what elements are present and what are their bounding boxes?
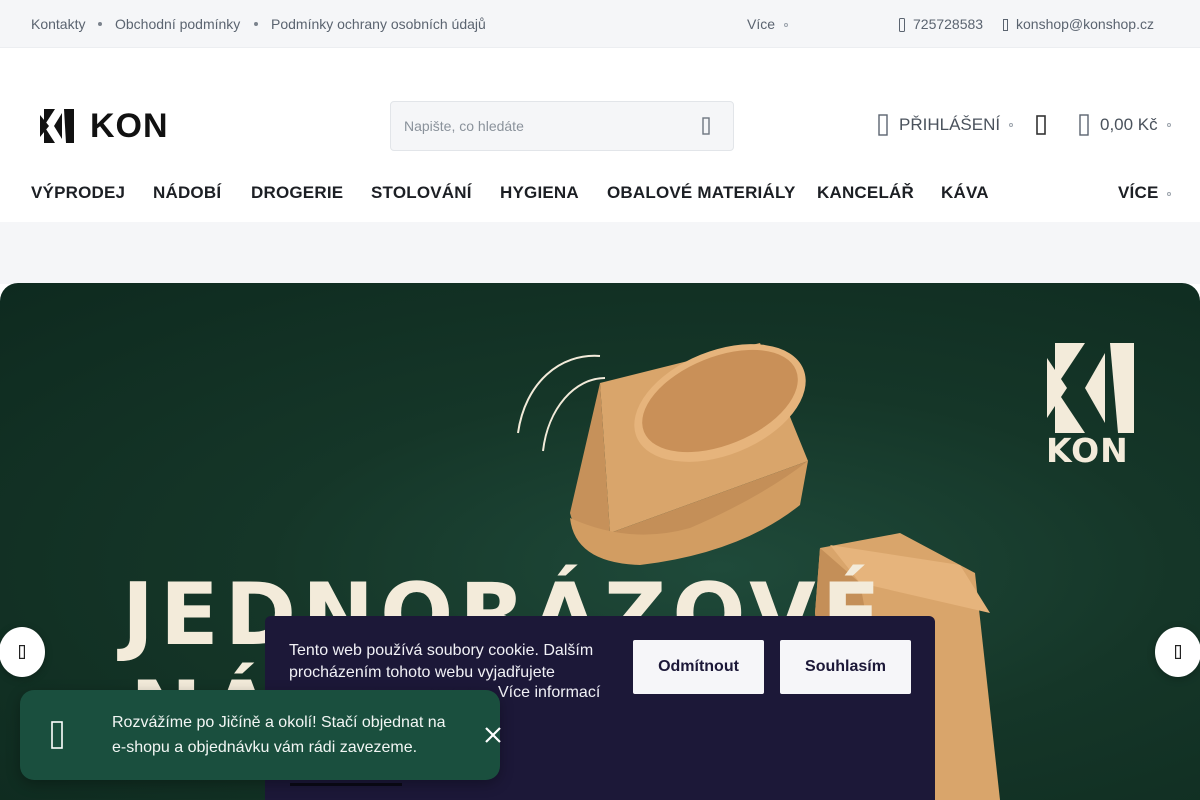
hero-logo-text: KON <box>1046 431 1129 470</box>
mail-icon <box>1003 19 1008 32</box>
paper-cup-image <box>570 343 808 565</box>
nav-item-hygiena[interactable]: HYGIENA <box>500 183 579 203</box>
search-box <box>390 101 734 151</box>
user-icon <box>878 114 888 136</box>
delivery-message: Rozvážíme po Jičíně a okolí! Stačí objed… <box>112 714 446 756</box>
separator-dot <box>98 22 102 26</box>
login-label: PŘIHLÁŠENÍ <box>899 115 1001 134</box>
topbar-more-dropdown[interactable]: Více <box>747 16 789 32</box>
nav-item-kava[interactable]: KÁVA <box>941 183 989 203</box>
cookie-decline-button[interactable]: Odmítnout <box>633 640 764 694</box>
separator-dot <box>254 22 258 26</box>
cookie-text-line1: Tento web používá soubory cookie. Dalším <box>289 642 594 659</box>
nav-item-obalove-materialy[interactable]: OBALOVÉ MATERIÁLY <box>607 183 796 203</box>
hero-kon-logo-icon <box>1047 343 1134 433</box>
delivery-notification: Rozvážíme po Jičíně a okolí! Stačí objed… <box>20 690 503 780</box>
close-icon[interactable] <box>483 725 503 745</box>
cookie-text-line2: procházením tohoto webu vyjadřujete <box>289 664 555 681</box>
nav-item-drogerie[interactable]: DROGERIE <box>251 183 343 203</box>
cookie-more-info-link[interactable]: Více informací <box>498 684 600 702</box>
link-kontakty[interactable]: Kontakty <box>31 16 85 32</box>
site-logo[interactable]: KON <box>40 109 169 143</box>
chevron-left-icon <box>19 645 25 659</box>
slider-prev-button[interactable] <box>0 627 45 677</box>
nav-more-dropdown[interactable]: VÍCE <box>1118 183 1172 203</box>
link-obchodni-podminky[interactable]: Obchodní podmínky <box>115 16 240 32</box>
email-link[interactable]: konshop@konshop.cz <box>1003 16 1154 32</box>
email-address: konshop@konshop.cz <box>1016 16 1154 32</box>
phone-icon <box>899 18 905 33</box>
cart-icon <box>1079 114 1089 136</box>
nav-item-stolovani[interactable]: STOLOVÁNÍ <box>371 183 472 203</box>
nav-item-kancelar[interactable]: KANCELÁŘ <box>817 183 914 203</box>
kon-logo-mark-icon <box>40 109 74 143</box>
logo-text: KON <box>90 107 169 145</box>
chevron-down-icon <box>784 23 789 28</box>
cookie-accept-button[interactable]: Souhlasím <box>780 640 911 694</box>
nav-more-label: VÍCE <box>1118 183 1159 202</box>
phone-number: 725728583 <box>913 16 984 32</box>
chevron-right-icon <box>1175 645 1181 659</box>
search-input[interactable] <box>391 102 681 150</box>
topbar-more-label: Více <box>747 16 776 32</box>
slider-next-button[interactable] <box>1155 627 1200 677</box>
top-utility-bar: Kontakty Obchodní podmínky Podmínky ochr… <box>0 0 1200 48</box>
main-navigation: VÝPRODEJ NÁDOBÍ DROGERIE STOLOVÁNÍ HYGIE… <box>0 170 1200 222</box>
cart-total: 0,00 Kč <box>1100 115 1158 134</box>
nav-item-vyprodej[interactable]: VÝPRODEJ <box>31 183 125 203</box>
phone-link[interactable]: 725728583 <box>899 16 984 33</box>
search-icon[interactable] <box>699 117 717 135</box>
truck-icon <box>51 721 63 749</box>
chevron-down-icon <box>1166 123 1171 127</box>
login-button[interactable]: PŘIHLÁŠENÍ <box>878 114 1014 136</box>
heart-icon[interactable] <box>1036 115 1046 135</box>
chevron-down-icon <box>1167 191 1172 196</box>
nav-item-nadobi[interactable]: NÁDOBÍ <box>153 183 221 203</box>
cart-button[interactable]: 0,00 Kč <box>1079 114 1171 136</box>
link-ochrana-udaju[interactable]: Podmínky ochrany osobních údajů <box>271 16 486 32</box>
spacer-strip <box>0 222 1200 284</box>
chevron-down-icon <box>1009 123 1014 127</box>
